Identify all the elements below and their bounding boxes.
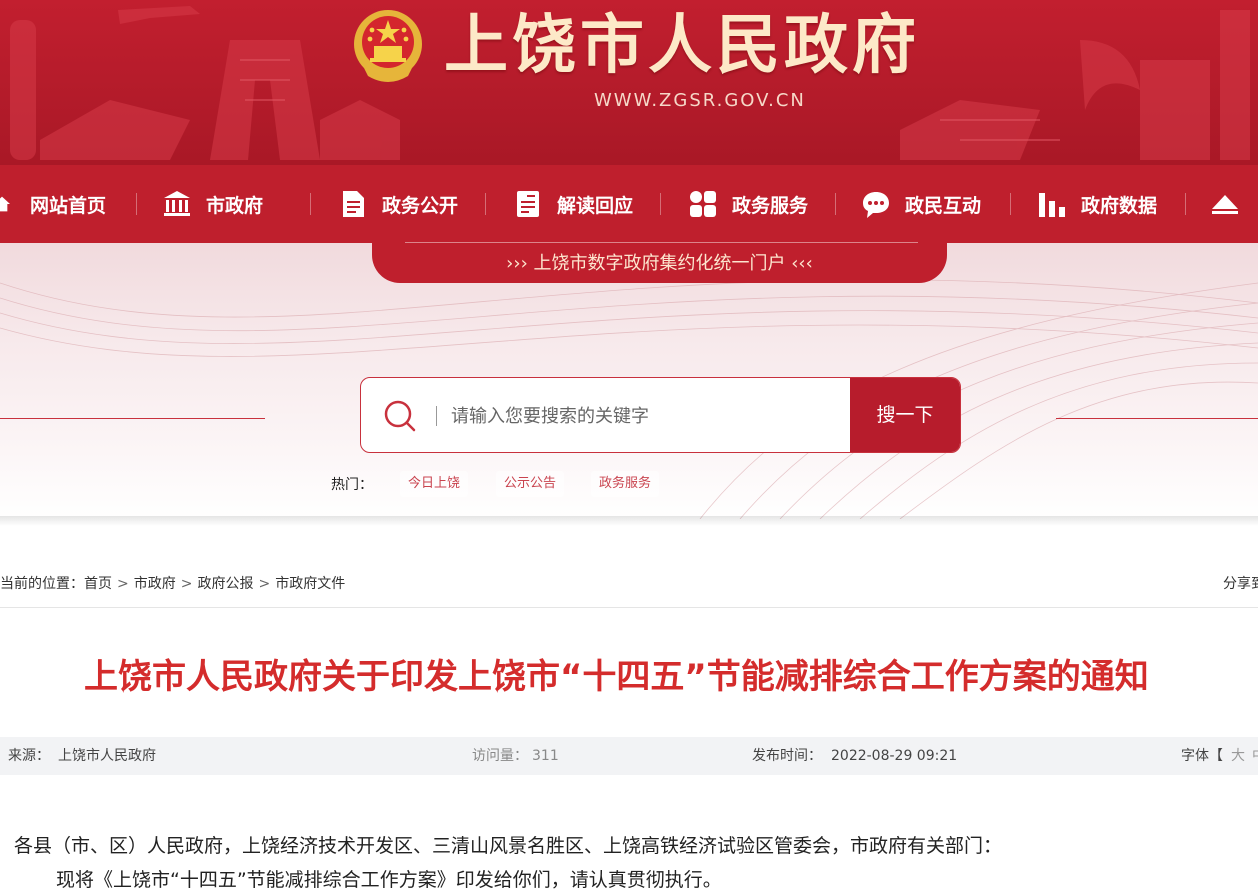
font-size-large[interactable]: 大 bbox=[1231, 737, 1245, 775]
nav-item-gov-data[interactable]: 政府数据 bbox=[1037, 165, 1157, 243]
nav-divider bbox=[1185, 193, 1186, 215]
nav-item-gov-affairs-public[interactable]: 政务公开 bbox=[338, 165, 458, 243]
breadcrumb-divider bbox=[0, 607, 1258, 608]
article-meta-bar: 来源： 上饶市人民政府 访问量： 311 发布时间： 2022-08-29 09… bbox=[0, 737, 1258, 775]
source-value: 上饶市人民政府 bbox=[58, 748, 156, 764]
bar-chart-icon bbox=[1039, 193, 1065, 217]
nav-item-interpretation[interactable]: 解读回应 bbox=[513, 165, 633, 243]
hot-tag-today-shangrao[interactable]: 今日上饶 bbox=[400, 471, 469, 497]
nav-divider bbox=[136, 193, 137, 215]
hot-searches-label: 热门： bbox=[331, 477, 373, 493]
nav-item-label: 政府数据 bbox=[1081, 194, 1158, 217]
search-divider bbox=[436, 406, 437, 426]
views-label: 访问量： bbox=[472, 748, 528, 764]
nav-item-label: 网站首页 bbox=[30, 194, 107, 217]
nav-item-home[interactable]: 网站首页 bbox=[0, 165, 106, 243]
search-input[interactable] bbox=[451, 396, 831, 436]
nav-divider bbox=[310, 193, 311, 215]
breadcrumb-item-city-docs[interactable]: 市政府文件 bbox=[275, 562, 345, 606]
government-building-icon bbox=[164, 191, 190, 216]
article-paragraph: 现将《上饶市“十四五”节能减排综合工作方案》印发给你们，请认真贯彻执行。 bbox=[56, 869, 722, 891]
breadcrumb-separator: > bbox=[258, 576, 271, 592]
nav-item-label: 解读回应 bbox=[557, 194, 634, 217]
nav-item-label: 政民互动 bbox=[905, 194, 982, 217]
article-title: 上饶市人民政府关于印发上饶市“十四五”节能减排综合工作方案的通知 bbox=[84, 657, 1149, 697]
font-size-medium[interactable]: 中 bbox=[1252, 737, 1258, 775]
nav-item-gov-services[interactable]: 政务服务 bbox=[688, 165, 808, 243]
search-box: 搜一下 bbox=[360, 377, 961, 453]
publish-date-value: 2022-08-29 09:21 bbox=[831, 748, 958, 764]
views-value: 311 bbox=[532, 748, 559, 764]
clipboard-icon bbox=[517, 191, 539, 217]
home-icon bbox=[0, 196, 10, 212]
breadcrumb-prefix: 您当前的位置： bbox=[0, 576, 84, 592]
breadcrumb: 您当前的位置：首页>市政府>政府公报>市政府文件 bbox=[0, 562, 345, 606]
publish-date-label: 发布时间： bbox=[752, 748, 822, 764]
site-banner: 上饶市人民政府 WWW.ZGSR.GOV.CN bbox=[0, 0, 1258, 165]
nav-divider bbox=[485, 193, 486, 215]
portal-slogan: ››› 上饶市数字政府集约化统一门户 ‹‹‹ bbox=[506, 253, 813, 274]
breadcrumb-item-city-government[interactable]: 市政府 bbox=[134, 562, 176, 606]
site-url: WWW.ZGSR.GOV.CN bbox=[594, 90, 806, 111]
site-title[interactable]: 上饶市人民政府 bbox=[444, 4, 920, 88]
grid-apps-icon bbox=[690, 191, 716, 217]
search-icon[interactable] bbox=[383, 399, 417, 433]
search-button[interactable]: 搜一下 bbox=[850, 378, 960, 452]
hot-tag-announcements[interactable]: 公示公告 bbox=[496, 471, 565, 497]
search-decor-line-right bbox=[1056, 418, 1258, 419]
share-label[interactable]: 分享到 bbox=[1223, 562, 1258, 606]
nav-item-city-government[interactable]: 市政府 bbox=[162, 165, 263, 243]
mountain-icon bbox=[1212, 195, 1238, 214]
nav-divider bbox=[1010, 193, 1011, 215]
font-size-label: 字体【 bbox=[1181, 748, 1223, 764]
source-label: 来源： bbox=[8, 748, 50, 764]
breadcrumb-separator: > bbox=[117, 576, 129, 592]
breadcrumb-separator: > bbox=[180, 576, 193, 592]
breadcrumb-item-home[interactable]: 首页 bbox=[84, 562, 112, 606]
nav-item-label: 政务服务 bbox=[732, 194, 809, 217]
nav-divider bbox=[660, 193, 661, 215]
portal-divider bbox=[405, 242, 918, 243]
breadcrumb-item-gazette[interactable]: 政府公报 bbox=[197, 562, 253, 606]
nav-divider bbox=[835, 193, 836, 215]
nav-item-interaction[interactable]: 政民互动 bbox=[861, 165, 981, 243]
search-decor-line-left bbox=[0, 418, 265, 419]
nav-item-more[interactable] bbox=[1210, 165, 1254, 243]
document-icon bbox=[343, 191, 364, 217]
hot-tag-gov-services[interactable]: 政务服务 bbox=[591, 471, 660, 497]
nav-item-label: 政务公开 bbox=[382, 194, 459, 217]
section-shadow bbox=[0, 516, 1258, 526]
main-nav: 网站首页 市政府 政务公开 解读回应 政务服务 政民互动 政府数据 bbox=[0, 165, 1258, 243]
chat-bubble-icon bbox=[863, 192, 889, 218]
national-emblem-icon bbox=[354, 10, 422, 82]
article-paragraph: 各县（市、区）人民政府，上饶经济技术开发区、三清山风景名胜区、上饶高铁经济试验区… bbox=[14, 835, 1003, 857]
nav-item-label: 市政府 bbox=[206, 194, 264, 217]
